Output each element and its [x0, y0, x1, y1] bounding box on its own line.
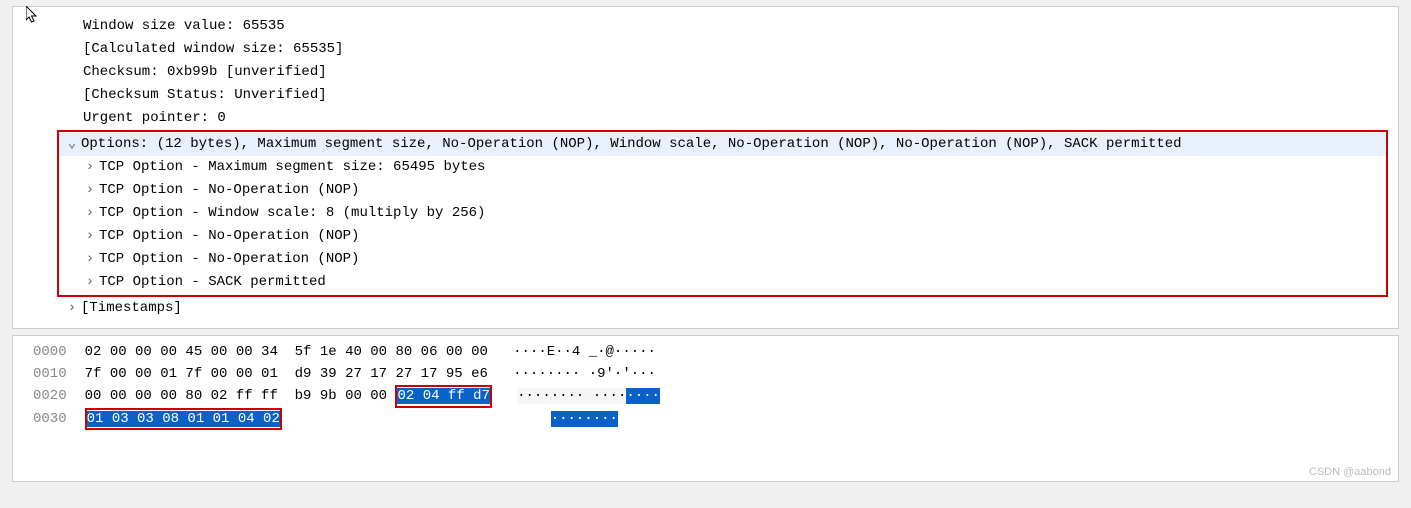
selected-bytes: 01 03 03 08 01 01 04 02	[87, 411, 280, 427]
tcp-option-nop[interactable]: › TCP Option - No-Operation (NOP)	[59, 179, 1386, 202]
hex-row[interactable]: 0030 01 03 03 08 01 01 04 02 ········	[13, 408, 1398, 431]
expand-toggle-icon[interactable]: ›	[83, 203, 97, 224]
packet-details-panel: Window size value: 65535 [Calculated win…	[12, 6, 1399, 329]
expand-toggle-icon[interactable]: ›	[83, 157, 97, 178]
tcp-calc-window-size[interactable]: [Calculated window size: 65535]	[13, 38, 1398, 61]
collapse-toggle-icon[interactable]: ⌄	[65, 134, 79, 155]
expand-toggle-icon[interactable]: ›	[65, 298, 79, 319]
selected-ascii: ········	[551, 411, 618, 427]
annotation-red-box-hex: 02 04 ff d7	[395, 385, 491, 407]
tcp-option-nop[interactable]: › TCP Option - No-Operation (NOP)	[59, 248, 1386, 271]
tcp-urgent-pointer[interactable]: Urgent pointer: 0	[13, 107, 1398, 130]
hex-offset: 0010	[33, 366, 67, 382]
packet-bytes-panel: 000002 00 00 00 45 00 00 34 5f 1e 40 00 …	[12, 335, 1399, 482]
tcp-timestamps[interactable]: › [Timestamps]	[13, 297, 1398, 320]
annotation-red-box-hex: 01 03 03 08 01 01 04 02	[85, 408, 282, 430]
hex-offset: 0030	[33, 411, 67, 427]
tcp-option-nop[interactable]: › TCP Option - No-Operation (NOP)	[59, 225, 1386, 248]
hex-row[interactable]: 002000 00 00 00 80 02 ff ff b9 9b 00 00 …	[13, 385, 1398, 408]
tcp-option-mss[interactable]: › TCP Option - Maximum segment size: 654…	[59, 156, 1386, 179]
expand-toggle-icon[interactable]: ›	[83, 272, 97, 293]
mouse-cursor-icon	[26, 6, 38, 24]
tcp-option-window-scale[interactable]: › TCP Option - Window scale: 8 (multiply…	[59, 202, 1386, 225]
tcp-checksum-status[interactable]: [Checksum Status: Unverified]	[13, 84, 1398, 107]
expand-toggle-icon[interactable]: ›	[83, 180, 97, 201]
watermark: CSDN @aabond	[1309, 466, 1391, 478]
annotation-red-box: ⌄ Options: (12 bytes), Maximum segment s…	[57, 130, 1388, 297]
hex-offset: 0020	[33, 388, 67, 404]
tcp-option-sack[interactable]: › TCP Option - SACK permitted	[59, 271, 1386, 294]
selected-ascii: ····	[626, 388, 660, 404]
tcp-checksum[interactable]: Checksum: 0xb99b [unverified]	[13, 61, 1398, 84]
expand-toggle-icon[interactable]: ›	[83, 249, 97, 270]
tcp-options-header[interactable]: ⌄ Options: (12 bytes), Maximum segment s…	[59, 133, 1386, 156]
selected-bytes: 02 04 ff d7	[397, 388, 489, 404]
hex-offset: 0000	[33, 344, 67, 360]
expand-toggle-icon[interactable]: ›	[83, 226, 97, 247]
hex-row[interactable]: 00107f 00 00 01 7f 00 00 01 d9 39 27 17 …	[13, 364, 1398, 386]
tcp-window-size[interactable]: Window size value: 65535	[13, 15, 1398, 38]
hex-row[interactable]: 000002 00 00 00 45 00 00 34 5f 1e 40 00 …	[13, 342, 1398, 364]
